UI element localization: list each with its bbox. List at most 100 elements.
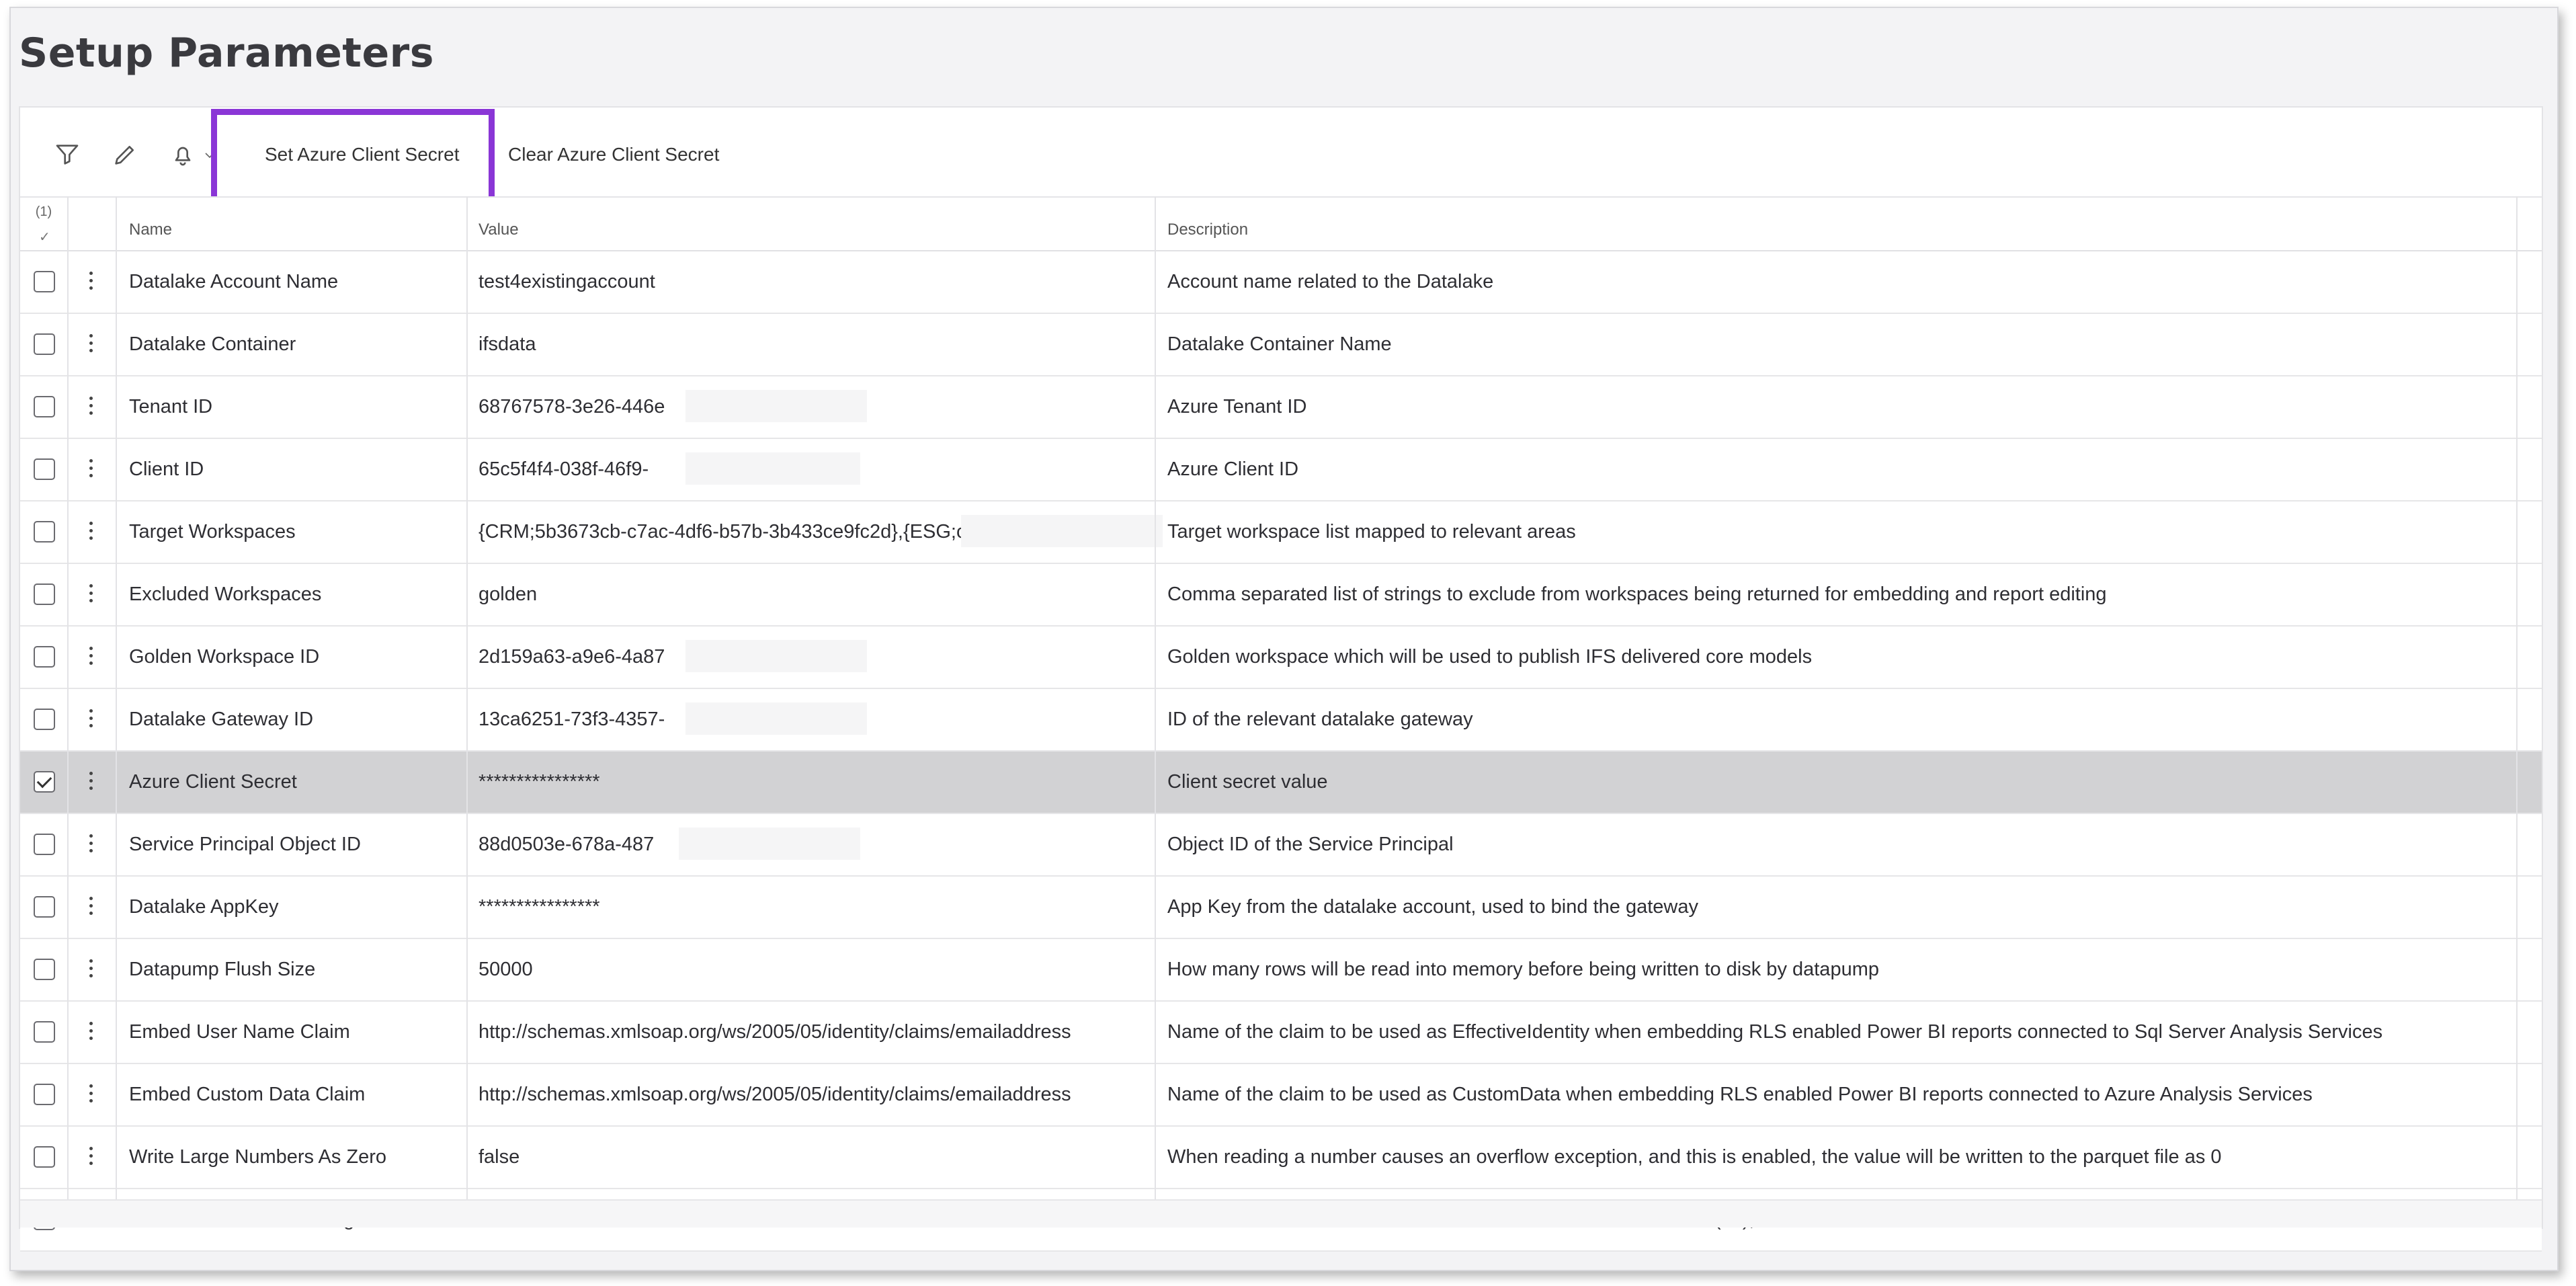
cell-value: http://schemas.xmlsoap.org/ws/2005/05/id… xyxy=(479,1021,1071,1043)
redaction-mask xyxy=(679,828,860,860)
table-row[interactable]: Datapump Flush Size 50000 How many rows wi… xyxy=(20,939,2542,1002)
table-row[interactable]: Client ID 65c5f4f4-038f-46f9- Azure Client… xyxy=(20,439,2542,501)
cell-description: Account name related to the Datalake xyxy=(1167,271,1494,292)
cell-name: Golden Workspace ID xyxy=(129,646,320,668)
table-row[interactable]: Target Workspaces {CRM;5b3673cb-c7ac-4df6… xyxy=(20,501,2542,564)
clear-azure-client-secret-button[interactable]: Clear Azure Client Secret xyxy=(495,134,733,175)
cell-value: 65c5f4f4-038f-46f9- xyxy=(479,458,649,480)
table-row[interactable]: Embed Custom Data Claim http://schemas.xm… xyxy=(20,1064,2542,1127)
filter-icon[interactable] xyxy=(54,141,81,168)
cell-value: ifsdata xyxy=(479,333,536,355)
more-options-icon[interactable] xyxy=(88,709,93,731)
cell-value: 13ca6251-73f3-4357- xyxy=(479,709,665,730)
more-options-icon[interactable] xyxy=(88,397,93,418)
row-checkbox[interactable] xyxy=(34,771,55,793)
cell-value: 50000 xyxy=(479,959,533,980)
cell-name: Embed Custom Data Claim xyxy=(129,1084,366,1105)
cell-value: **************** xyxy=(479,771,600,793)
cell-name: Datapump Flush Size xyxy=(129,959,316,980)
row-checkbox[interactable] xyxy=(34,396,55,417)
more-options-icon[interactable] xyxy=(88,584,93,606)
cell-description: How many rows will be read into memory b… xyxy=(1167,959,1879,980)
row-checkbox[interactable] xyxy=(34,1021,55,1043)
row-checkbox[interactable] xyxy=(34,521,55,542)
column-header-name[interactable]: Name xyxy=(129,220,172,239)
cell-description: When reading a number causes an overflow… xyxy=(1167,1146,2222,1168)
bell-icon[interactable] xyxy=(169,141,196,168)
cell-value: {CRM;5b3673cb-c7ac-4df6-b57b-3b433ce9fc2… xyxy=(479,521,966,542)
cell-description: App Key from the datalake account, used … xyxy=(1167,896,1698,918)
more-options-icon[interactable] xyxy=(88,772,93,793)
row-checkbox[interactable] xyxy=(34,458,55,480)
row-checkbox[interactable] xyxy=(34,709,55,730)
row-checkbox[interactable] xyxy=(34,896,55,918)
cell-name: Client ID xyxy=(129,458,204,480)
more-options-icon[interactable] xyxy=(88,459,93,481)
more-options-icon[interactable] xyxy=(88,834,93,856)
cell-value: 88d0503e-678a-487 xyxy=(479,834,655,855)
parameters-table: (1) ✓ Name Value Description Datalake Ac… xyxy=(20,196,2542,1252)
column-divider xyxy=(67,196,69,1225)
cell-description: Object ID of the Service Principal xyxy=(1167,834,1454,855)
more-options-icon[interactable] xyxy=(88,897,93,918)
cell-name: Azure Client Secret xyxy=(129,771,297,793)
more-options-icon[interactable] xyxy=(88,959,93,981)
page-title: Setup Parameters xyxy=(19,30,434,77)
row-checkbox[interactable] xyxy=(34,1146,55,1168)
table-row[interactable]: Golden Workspace ID 2d159a63-a9e6-4a87 Gol… xyxy=(20,627,2542,689)
toolbar: Set Azure Client Secret Clear Azure Clie… xyxy=(20,108,2542,210)
cell-description: Azure Tenant ID xyxy=(1167,396,1307,417)
cell-description: Golden workspace which will be used to p… xyxy=(1167,646,1813,668)
cell-description: Name of the claim to be used as Effectiv… xyxy=(1167,1021,2383,1043)
row-checkbox[interactable] xyxy=(34,1084,55,1105)
row-checkbox[interactable] xyxy=(34,646,55,668)
column-header-value[interactable]: Value xyxy=(479,220,519,239)
cell-value: 2d159a63-a9e6-4a87 xyxy=(479,646,665,668)
row-checkbox[interactable] xyxy=(34,333,55,355)
pencil-icon[interactable] xyxy=(112,141,138,168)
table-row[interactable]: Datalake Account Name test4existingaccoun… xyxy=(20,251,2542,314)
table-row[interactable]: Write Large Numbers As Zero false When rea… xyxy=(20,1127,2542,1189)
cell-name: Embed User Name Claim xyxy=(129,1021,350,1043)
horizontal-scrollbar[interactable] xyxy=(20,1199,2542,1228)
row-checkbox[interactable] xyxy=(34,584,55,605)
cell-name: Datalake Gateway ID xyxy=(129,709,314,730)
column-divider xyxy=(2516,196,2518,1225)
table-row[interactable]: Azure Client Secret **************** Clien… xyxy=(20,752,2542,814)
more-options-icon[interactable] xyxy=(88,334,93,356)
table-row[interactable]: Excluded Workspaces golden Comma separated… xyxy=(20,564,2542,627)
more-options-icon[interactable] xyxy=(88,272,93,293)
table-row[interactable]: Datalake AppKey **************** App Key f… xyxy=(20,877,2542,939)
row-checkbox[interactable] xyxy=(34,834,55,855)
table-row[interactable]: Service Principal Object ID 88d0503e-678a… xyxy=(20,814,2542,877)
table-row[interactable]: Tenant ID 68767578-3e26-446e Azure Tenant … xyxy=(20,376,2542,439)
cell-name: Target Workspaces xyxy=(129,521,296,542)
cell-description: Target workspace list mapped to relevant… xyxy=(1167,521,1576,542)
cell-description: Name of the claim to be used as CustomDa… xyxy=(1167,1084,2313,1105)
more-options-icon[interactable] xyxy=(88,647,93,668)
cell-value: false xyxy=(479,1146,520,1168)
more-options-icon[interactable] xyxy=(88,1022,93,1043)
column-divider xyxy=(116,196,117,1225)
redaction-mask xyxy=(685,702,867,735)
redaction-mask xyxy=(961,515,1163,547)
redaction-mask xyxy=(685,452,860,485)
table-row[interactable]: Datalake Gateway ID 13ca6251-73f3-4357- ID… xyxy=(20,689,2542,752)
highlight-box xyxy=(211,109,495,210)
cell-value: 68767578-3e26-446e xyxy=(479,396,665,417)
parameters-panel: Set Azure Client Secret Clear Azure Clie… xyxy=(19,106,2543,1252)
more-options-icon[interactable] xyxy=(88,1147,93,1168)
column-header-description[interactable]: Description xyxy=(1167,220,1248,239)
redaction-mask xyxy=(685,640,867,672)
table-row[interactable]: Embed User Name Claim http://schemas.xmls… xyxy=(20,1002,2542,1064)
cell-value: **************** xyxy=(479,896,600,918)
column-divider xyxy=(466,196,468,1225)
row-checkbox[interactable] xyxy=(34,271,55,292)
more-options-icon[interactable] xyxy=(88,1084,93,1106)
table-row[interactable]: Datalake Container ifsdata Datalake Contai… xyxy=(20,314,2542,376)
cell-description: Datalake Container Name xyxy=(1167,333,1392,355)
check-icon[interactable]: ✓ xyxy=(39,229,50,245)
more-options-icon[interactable] xyxy=(88,522,93,543)
row-checkbox[interactable] xyxy=(34,959,55,980)
redaction-mask xyxy=(685,390,867,422)
